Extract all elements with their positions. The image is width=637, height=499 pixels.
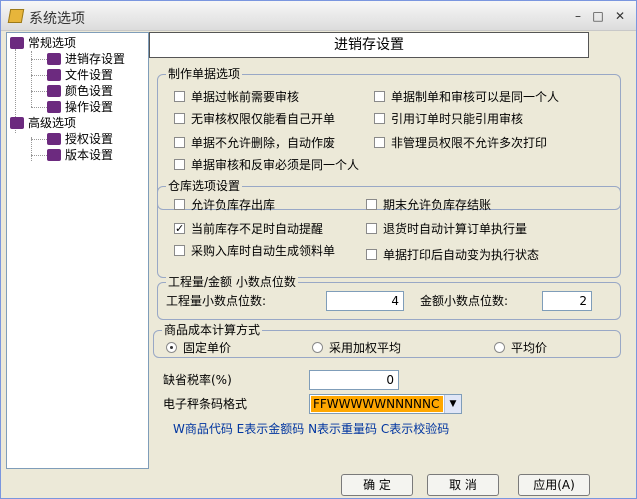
barcode-hint: W商品代码 E表示金额码 N表示重量码 C表示校验码	[173, 422, 450, 436]
folder-icon	[10, 117, 24, 129]
tree-item-general[interactable]: 常规选项	[10, 35, 76, 51]
settings-icon	[47, 101, 61, 113]
tree-item-inventory[interactable]: 进销存设置	[47, 51, 125, 67]
checkbox-negative-close[interactable]: 期末允许负库存结账	[366, 197, 491, 213]
checkbox-bill-same-person[interactable]: 单据制单和审核可以是同一个人	[374, 89, 559, 105]
amount-decimal-label: 金额小数点位数:	[420, 294, 509, 308]
tax-rate-label: 缺省税率(%)	[163, 373, 232, 387]
tree-item-license[interactable]: 授权设置	[47, 131, 113, 147]
group-legend: 制作单据选项	[166, 67, 243, 81]
decimal-group: 工程量/金额 小数点位数 工程量小数点位数: 4 金额小数点位数: 2	[157, 275, 621, 320]
checkbox-return-calc[interactable]: 退货时自动计算订单执行量	[366, 221, 527, 237]
amount-decimal-input[interactable]: 2	[542, 291, 592, 311]
radio-average-price[interactable]: 平均价	[494, 340, 547, 356]
apply-button[interactable]: 应用(A)	[518, 474, 590, 496]
checkbox-bill-no-delete[interactable]: 单据不允许删除，自动作废	[174, 135, 335, 151]
qty-decimal-label: 工程量小数点位数:	[166, 294, 267, 308]
settings-icon	[47, 133, 61, 145]
checkbox-allow-negative-stock[interactable]: 允许负库存出库	[174, 197, 275, 213]
checkbox-bill-review-same[interactable]: 单据审核和反审必须是同一个人	[174, 157, 359, 173]
checkbox-bill-own-only[interactable]: 无审核权限仅能看自己开单	[174, 111, 335, 127]
checkbox-bill-reviewed-orders[interactable]: 引用订单时只能引用审核	[374, 111, 523, 127]
minimize-button[interactable]: –	[571, 10, 585, 22]
cancel-button[interactable]: 取 消	[427, 474, 499, 496]
close-button[interactable]: ✕	[613, 10, 627, 22]
qty-decimal-input[interactable]: 4	[326, 291, 404, 311]
barcode-format-value: FFWWWWWNNNNNC	[311, 396, 443, 412]
stock-options-group: 仓库选项设置 允许负库存出库 期末允许负库存结账 当前库存不足时自动提醒 退货时…	[157, 179, 621, 278]
settings-icon	[47, 149, 61, 161]
settings-icon	[47, 85, 61, 97]
checkbox-stock-alert[interactable]: 当前库存不足时自动提醒	[174, 221, 323, 237]
checkbox-bill-review-before-post[interactable]: 单据过帐前需要审核	[174, 89, 299, 105]
barcode-format-select[interactable]: FFWWWWWNNNNNC ▼	[309, 394, 462, 414]
checkbox-auto-material[interactable]: 采购入库时自动生成领料单	[174, 243, 335, 259]
settings-icon	[47, 53, 61, 65]
title-bar: 系统选项 – □ ✕	[1, 1, 636, 31]
maximize-button[interactable]: □	[591, 10, 605, 22]
group-legend: 工程量/金额 小数点位数	[166, 275, 298, 289]
radio-fixed-price[interactable]: 固定单价	[166, 340, 231, 356]
radio-weighted-average[interactable]: 采用加权平均	[312, 340, 401, 356]
tree-item-file[interactable]: 文件设置	[47, 67, 113, 83]
ok-button[interactable]: 确 定	[341, 474, 413, 496]
app-icon	[7, 9, 25, 23]
tree-item-version[interactable]: 版本设置	[47, 147, 113, 163]
window-title: 系统选项	[29, 11, 85, 27]
checkbox-print-execute[interactable]: 单据打印后自动变为执行状态	[366, 247, 539, 263]
folder-icon	[10, 37, 24, 49]
tree-item-advanced[interactable]: 高级选项	[10, 115, 76, 131]
options-tree[interactable]: 常规选项 进销存设置 文件设置 颜色设置 操作设置 高级选项 授权设置 版本设置	[6, 32, 149, 469]
group-legend: 商品成本计算方式	[162, 323, 263, 337]
group-legend: 仓库选项设置	[166, 179, 243, 193]
tree-item-color[interactable]: 颜色设置	[47, 83, 113, 99]
settings-icon	[47, 69, 61, 81]
tree-item-operation[interactable]: 操作设置	[47, 99, 113, 115]
system-options-window: 系统选项 – □ ✕ 常规选项 进销存设置 文件设置 颜色设置 操作设置 高级选…	[0, 0, 637, 499]
cost-method-group: 商品成本计算方式 固定单价 采用加权平均 平均价	[153, 323, 621, 358]
settings-panel: 进销存设置 制作单据选项 单据过帐前需要审核 单据制单和审核可以是同一个人 无审…	[149, 32, 633, 469]
section-title: 进销存设置	[149, 32, 589, 58]
checkbox-bill-no-reprint[interactable]: 非管理员权限不允许多次打印	[374, 135, 547, 151]
barcode-format-label: 电子秤条码格式	[163, 397, 248, 411]
chevron-down-icon[interactable]: ▼	[444, 395, 461, 413]
tax-rate-input[interactable]: 0	[309, 370, 399, 390]
